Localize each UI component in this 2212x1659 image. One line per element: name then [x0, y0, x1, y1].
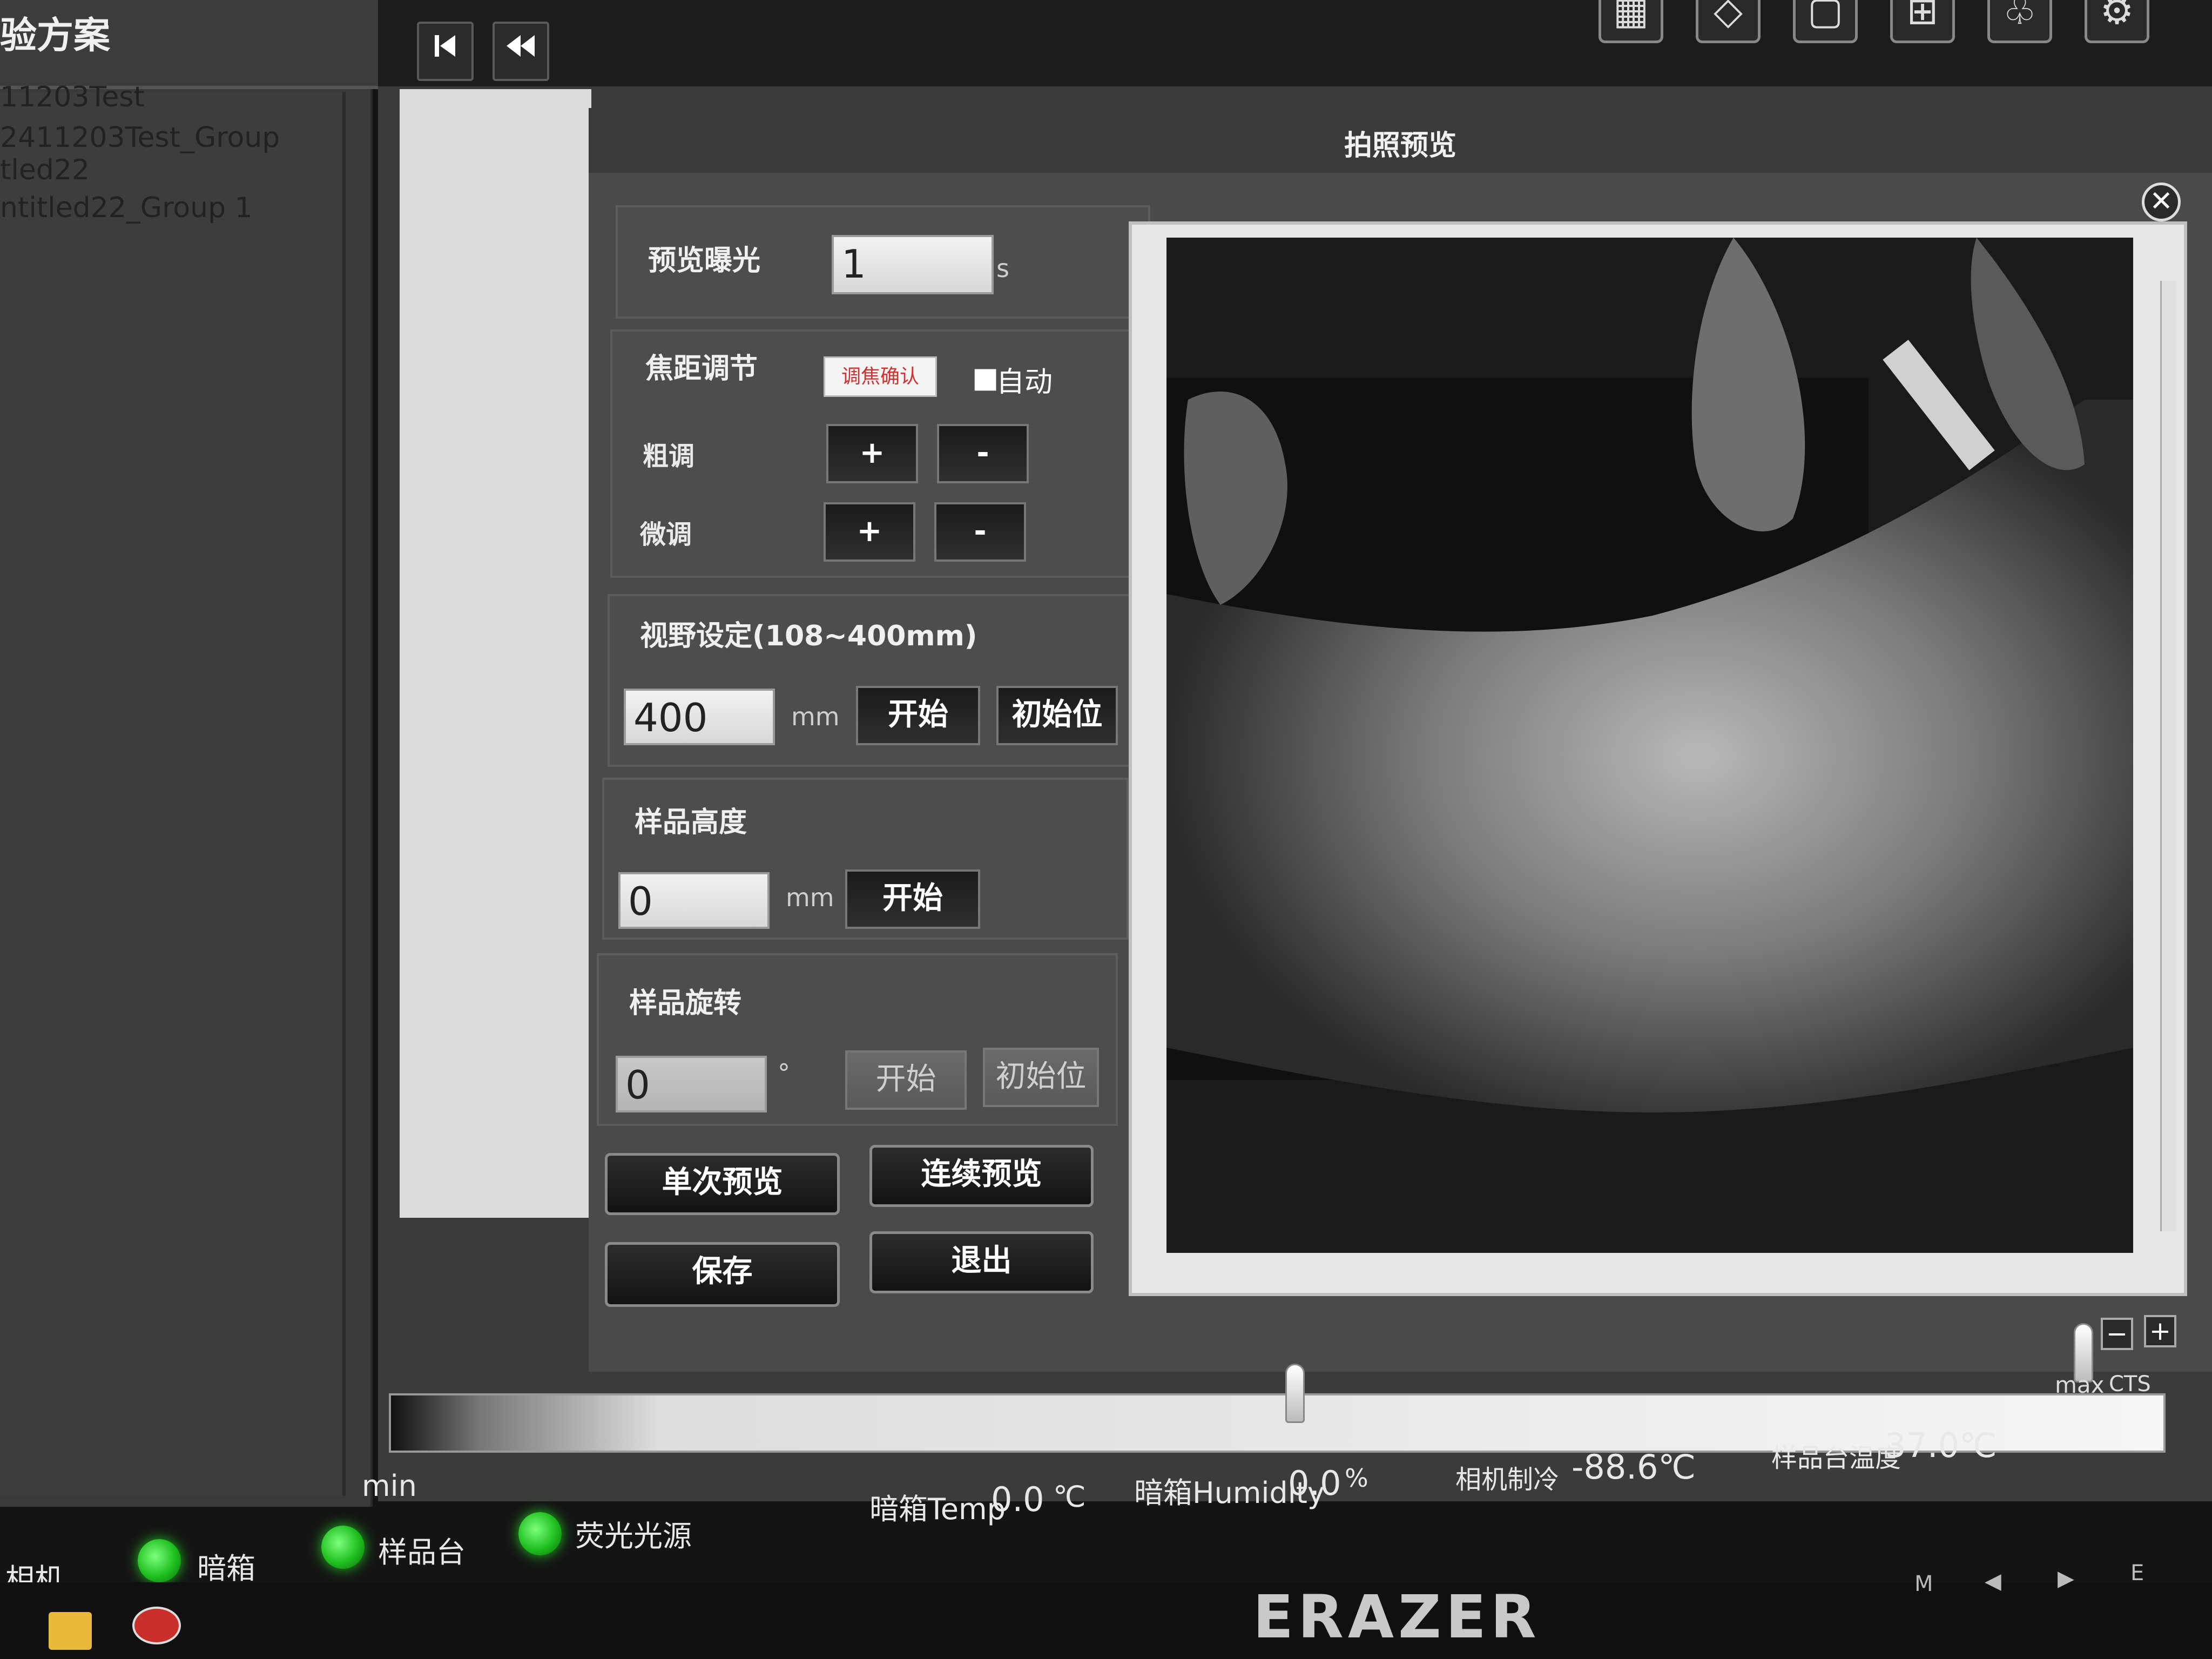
rotation-label: 样品旋转 [629, 987, 742, 1020]
dark-box-status-label: 暗箱 [197, 1552, 255, 1586]
close-icon[interactable]: ✕ [2142, 183, 2181, 221]
dark-box-temp-label: 暗箱Temp [869, 1492, 1006, 1526]
stage-temp-value: 37.0℃ [1885, 1426, 1997, 1465]
app-taskbar-icon[interactable] [132, 1607, 181, 1644]
toolbar-tool-icon[interactable]: ▦ [1599, 0, 1663, 43]
auto-focus-checkbox[interactable]: ■ [972, 362, 999, 394]
humidity-value: 0.0 [1288, 1464, 1341, 1503]
skip-to-start-icon[interactable] [417, 22, 474, 81]
exposure-label: 预览曝光 [648, 245, 761, 277]
focus-confirm-button[interactable]: 调焦确认 [824, 356, 937, 397]
toolbar-tool-icon[interactable]: ◇ [1696, 0, 1761, 43]
camera-cooling-label: 相机制冷 [1455, 1465, 1560, 1495]
fine-label: 微调 [640, 520, 692, 550]
monitor-brand: ERAZER [1253, 1582, 1541, 1651]
toolbar-tool-icon[interactable]: ♧ [1987, 0, 2052, 43]
dark-box-status-led [138, 1539, 181, 1582]
side-strip [400, 89, 591, 1218]
dark-box-temp-unit: ℃ [1053, 1480, 1086, 1514]
fine-minus-button[interactable]: - [934, 502, 1026, 562]
focus-label: 焦距调节 [645, 353, 758, 385]
fov-label: 视野设定(108~400mm) [640, 620, 977, 652]
zoom-in-button[interactable]: + [2144, 1315, 2176, 1347]
stage-status-label: 样品台 [378, 1535, 466, 1569]
height-unit: mm [786, 883, 834, 912]
tree-item[interactable]: 11203Test [0, 81, 145, 113]
stage-temp-label: 样品台温度 [1771, 1443, 1901, 1473]
histogram-max-label: max [2055, 1372, 2105, 1398]
fluor-source-status-label: 荧光光源 [575, 1519, 692, 1553]
exit-button[interactable]: 退出 [869, 1231, 1094, 1293]
exposure-input[interactable]: 1 [832, 235, 994, 294]
rotation-start-button[interactable]: 开始 [845, 1050, 967, 1110]
fluor-source-status-led [518, 1512, 562, 1555]
toolbar-tool-icon[interactable]: ▢ [1793, 0, 1858, 43]
fov-input[interactable]: 400 [624, 689, 775, 745]
coarse-label: 粗调 [643, 441, 695, 471]
histogram-min-label: min [362, 1469, 417, 1503]
rewind-icon[interactable] [493, 22, 549, 81]
scheme-tree[interactable]: 11203Test 2411203Test_Group tled22 ntitl… [0, 81, 346, 1496]
fov-unit: mm [791, 702, 840, 731]
monitor-button-e[interactable]: E [2130, 1561, 2144, 1586]
tree-item[interactable]: 2411203Test_Group [0, 122, 280, 154]
monitor-button-m[interactable]: M [1914, 1572, 1933, 1596]
fov-start-button[interactable]: 开始 [856, 686, 980, 745]
height-input[interactable]: 0 [618, 872, 770, 929]
preview-vertical-scrollbar[interactable] [2160, 281, 2176, 1231]
camera-cooling-value: -88.6℃ [1572, 1447, 1696, 1487]
single-preview-button[interactable]: 单次预览 [605, 1153, 840, 1215]
height-start-button[interactable]: 开始 [845, 869, 980, 929]
fine-plus-button[interactable]: + [824, 502, 915, 562]
coarse-minus-button[interactable]: - [937, 424, 1029, 483]
save-button[interactable]: 保存 [605, 1242, 840, 1307]
toolbar-tool-icon[interactable]: ⊞ [1890, 0, 1955, 43]
preview-image[interactable] [1166, 238, 2133, 1253]
auto-focus-label: 自动 [996, 366, 1053, 399]
tree-item[interactable]: tled22 [0, 154, 90, 186]
folder-icon[interactable] [49, 1612, 92, 1650]
exposure-unit: s [996, 254, 1009, 283]
monitor-button-right[interactable]: ▶ [2058, 1566, 2074, 1591]
zoom-out-button[interactable]: − [2101, 1318, 2133, 1350]
min-handle[interactable] [1285, 1364, 1305, 1423]
humidity-unit: % [1345, 1464, 1368, 1493]
taskbar [0, 1582, 2212, 1659]
histogram-unit-label: CTS [2109, 1372, 2151, 1397]
rotation-input[interactable]: 0 [616, 1056, 767, 1112]
tree-item[interactable]: ntitled22_Group 1 [0, 192, 253, 224]
monitor-button-left[interactable]: ◀ [1985, 1569, 2001, 1594]
fov-home-button[interactable]: 初始位 [996, 686, 1118, 745]
scheme-title: 验方案 [0, 0, 378, 89]
rotation-unit: ° [778, 1058, 790, 1088]
coarse-plus-button[interactable]: + [826, 424, 918, 483]
rotation-home-button[interactable]: 初始位 [983, 1048, 1099, 1107]
dark-box-temp-value: 0.0 [991, 1480, 1044, 1519]
continuous-preview-button[interactable]: 连续预览 [869, 1145, 1094, 1207]
dialog-title: 拍照预览 [589, 108, 2212, 173]
stage-status-led [321, 1526, 365, 1569]
gear-icon[interactable]: ⚙ [2085, 0, 2149, 43]
height-label: 样品高度 [635, 806, 747, 839]
